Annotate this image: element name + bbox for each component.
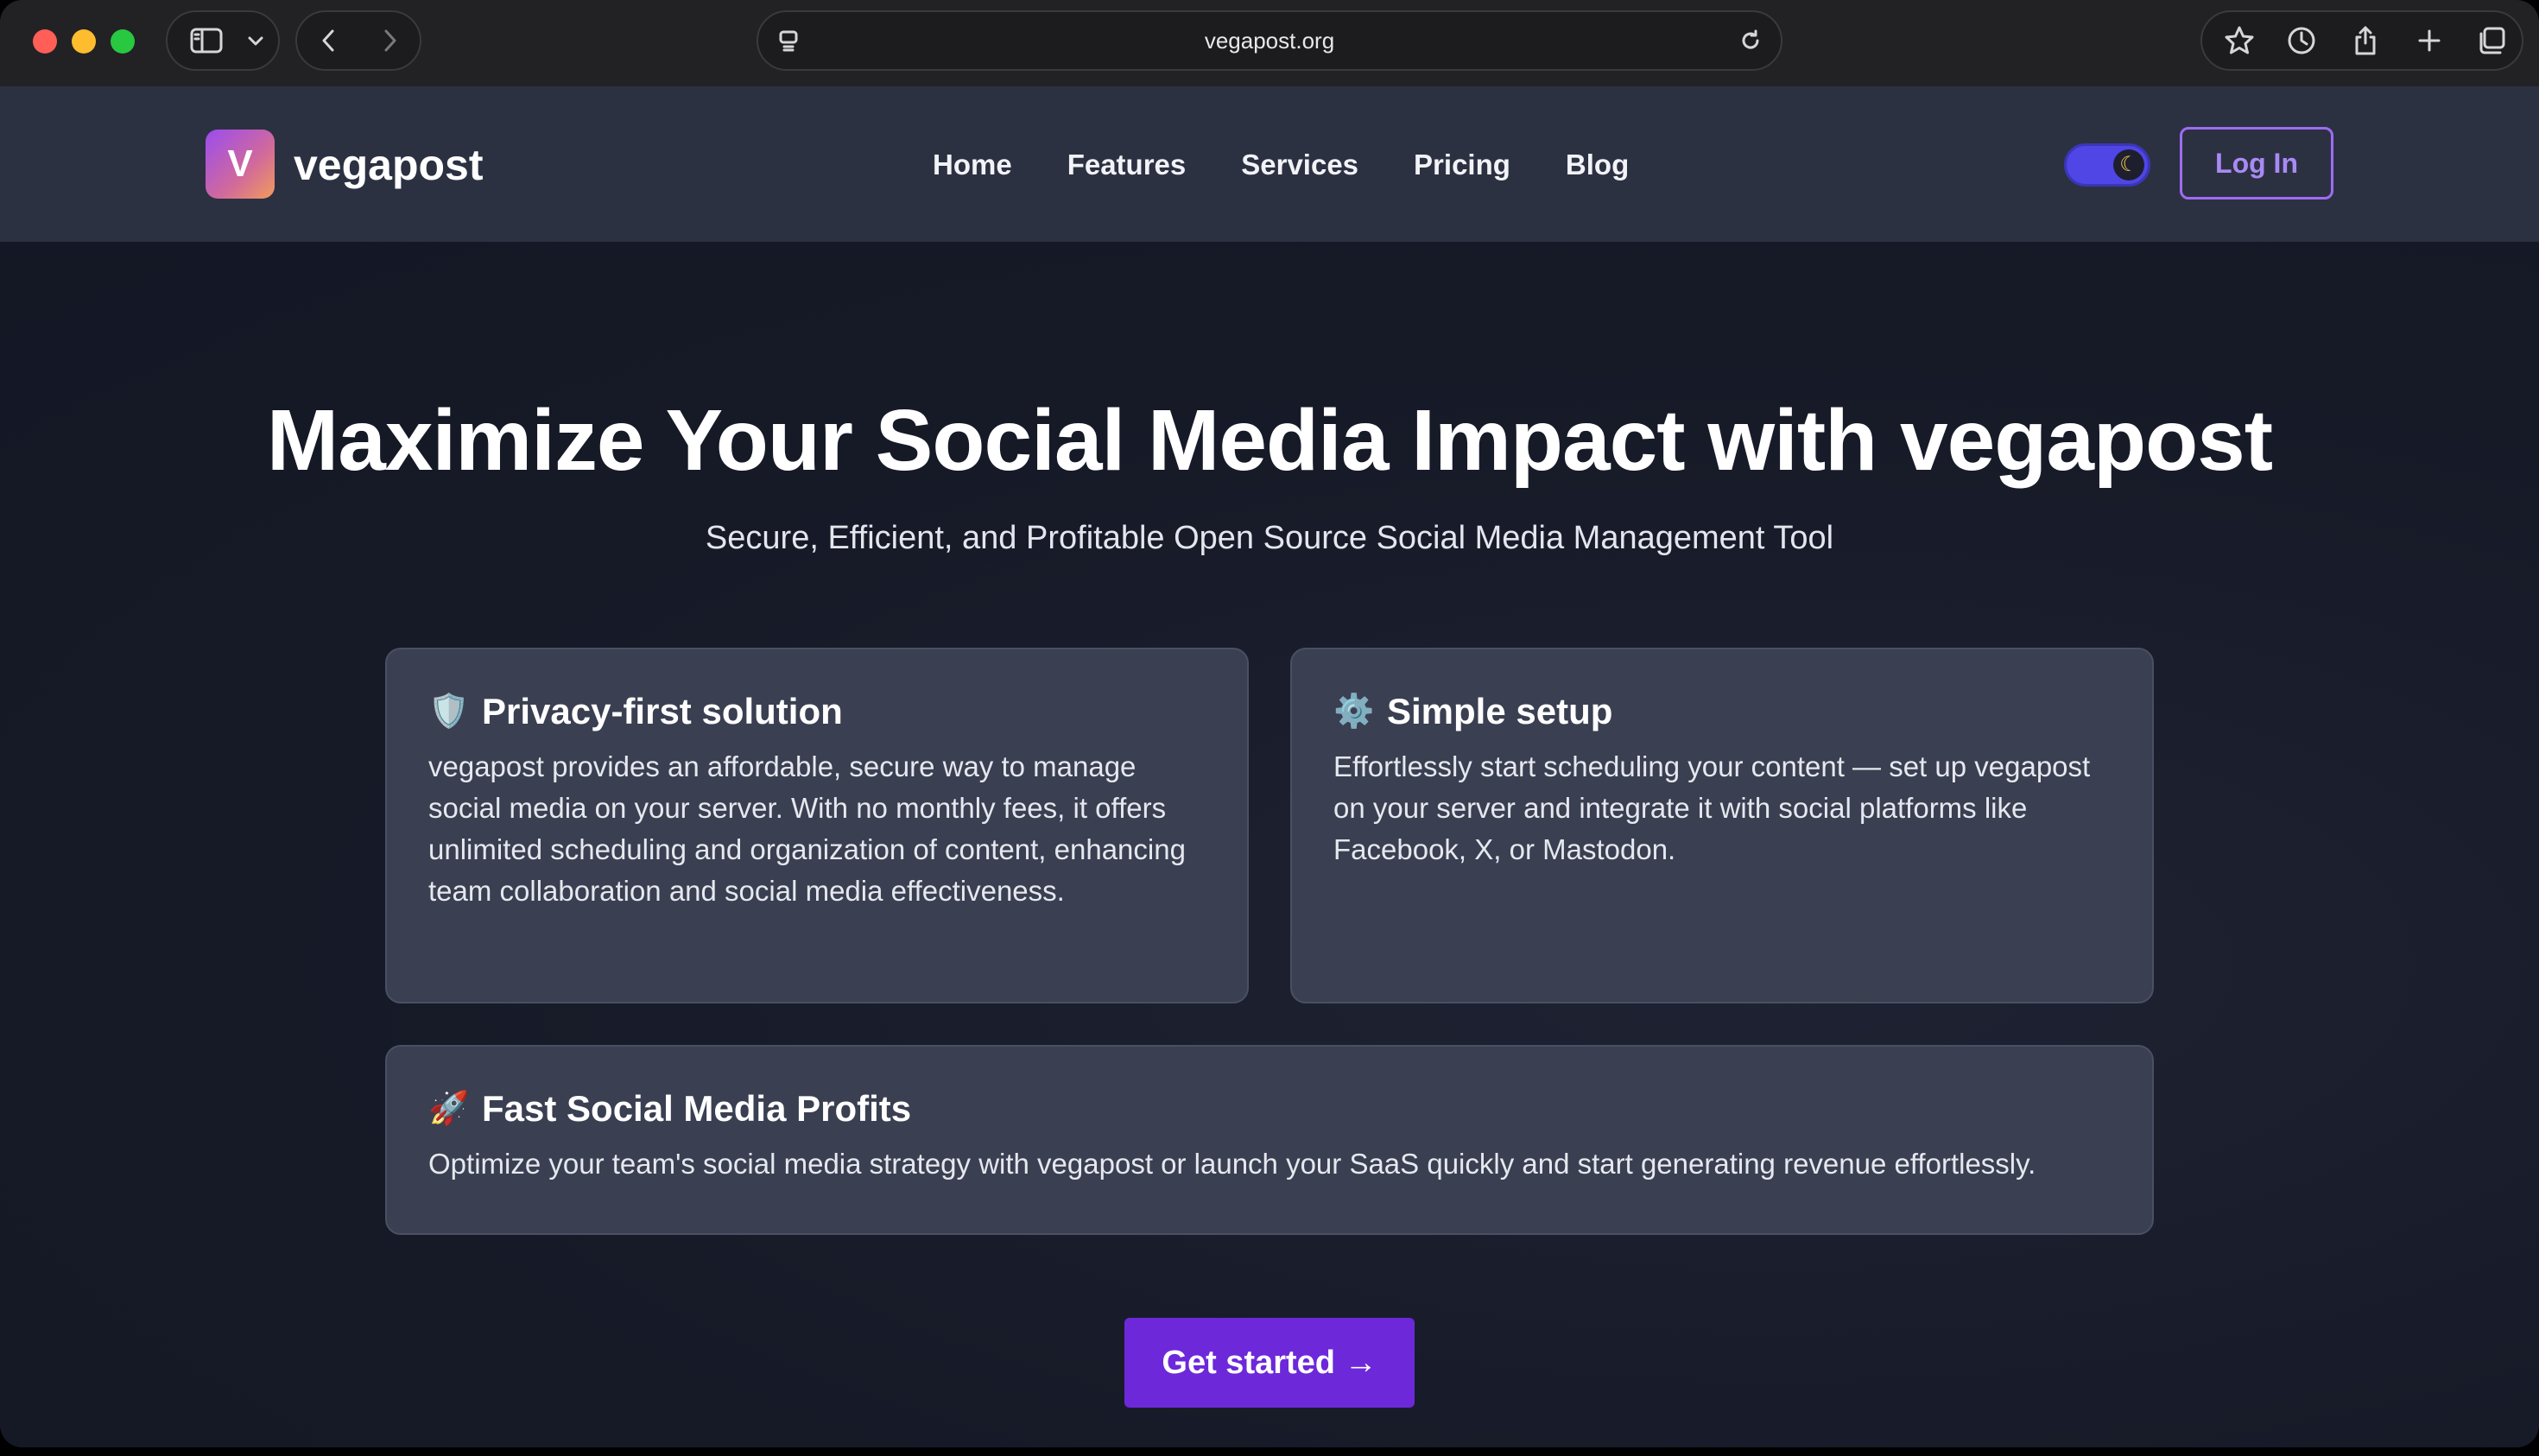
forward-icon [384, 29, 396, 52]
logo-mark[interactable]: V [206, 130, 275, 199]
share-button[interactable] [2337, 12, 2394, 69]
browser-toolbar: vegapost.org [0, 0, 2539, 87]
feature-title-row: 🛡️ Privacy-first solution [428, 687, 1206, 736]
main-nav: Home Features Services Pricing Blog [933, 135, 1629, 195]
get-started-button[interactable]: Get started → [1124, 1318, 1415, 1408]
bookmark-button[interactable] [2211, 12, 2268, 69]
site-header: V vegapost Home Features Services Pricin… [0, 86, 2539, 242]
reload-icon [1742, 29, 1759, 49]
back-button[interactable] [297, 12, 359, 69]
nav-blog[interactable]: Blog [1566, 135, 1629, 195]
hero-headline: Maximize Your Social Media Impact with v… [266, 392, 2273, 489]
moon-icon: ☾ [2113, 149, 2144, 180]
feature-description: vegapost provides an affordable, secure … [428, 750, 1186, 907]
gear-icon: ⚙️ [1333, 693, 1375, 730]
reload-button[interactable] [1729, 12, 1772, 69]
rocket-icon: 🚀 [428, 1091, 470, 1127]
sidebar-icon [190, 28, 223, 54]
theme-toggle[interactable]: ☾ [2064, 143, 2150, 187]
new-tab-button[interactable] [2401, 12, 2458, 69]
tab-overview-button[interactable] [2463, 12, 2520, 69]
nav-home[interactable]: Home [933, 135, 1012, 195]
nav-pricing[interactable]: Pricing [1414, 135, 1510, 195]
zoom-window-button[interactable] [111, 29, 135, 54]
history-nav [295, 10, 421, 71]
sidebar-control [166, 10, 280, 71]
hero-subheadline: Secure, Efficient, and Profitable Open S… [705, 520, 1834, 556]
feature-title: Privacy-first solution [482, 691, 843, 731]
chevron-down-icon [248, 36, 263, 46]
feature-description: Optimize your team's social media strate… [428, 1148, 2036, 1180]
nav-features[interactable]: Features [1067, 135, 1187, 195]
back-icon [322, 29, 334, 52]
feature-title: Fast Social Media Profits [482, 1088, 912, 1129]
share-icon [2355, 26, 2376, 55]
star-icon [2225, 26, 2254, 54]
minimize-window-button[interactable] [72, 29, 96, 54]
nav-services[interactable]: Services [1241, 135, 1358, 195]
shield-icon: 🛡️ [428, 693, 470, 730]
login-button[interactable]: Log In [2180, 127, 2333, 199]
history-button[interactable] [2273, 12, 2330, 69]
logo-text[interactable]: vegapost [294, 135, 484, 195]
forward-button[interactable] [359, 12, 421, 69]
feature-description: Effortlessly start scheduling your conte… [1333, 750, 2091, 865]
address-bar[interactable]: vegapost.org [757, 10, 1782, 71]
tabs-overview-icon [2479, 27, 2505, 54]
tab-groups-dropdown[interactable] [238, 12, 273, 69]
sidebar-toggle-button[interactable] [180, 12, 233, 69]
feature-title-row: ⚙️ Simple setup [1333, 687, 2111, 736]
history-icon [2288, 27, 2315, 54]
feature-card-privacy: 🛡️ Privacy-first solution vegapost provi… [385, 648, 1249, 1003]
logo-letter: V [227, 142, 253, 185]
hero-section: Maximize Your Social Media Impact with v… [0, 242, 2539, 1447]
feature-card-profits: 🚀 Fast Social Media Profits Optimize you… [385, 1045, 2154, 1235]
feature-title: Simple setup [1387, 691, 1613, 731]
new-tab-icon [2418, 29, 2441, 52]
close-window-button[interactable] [33, 29, 57, 54]
feature-card-setup: ⚙️ Simple setup Effortlessly start sched… [1290, 648, 2154, 1003]
url-text: vegapost.org [1204, 28, 1335, 54]
browser-window: vegapost.org V vegapost Home Features Se… [0, 0, 2539, 1447]
toolbar-actions [2200, 10, 2523, 71]
feature-title-row: 🚀 Fast Social Media Profits [428, 1085, 2111, 1133]
